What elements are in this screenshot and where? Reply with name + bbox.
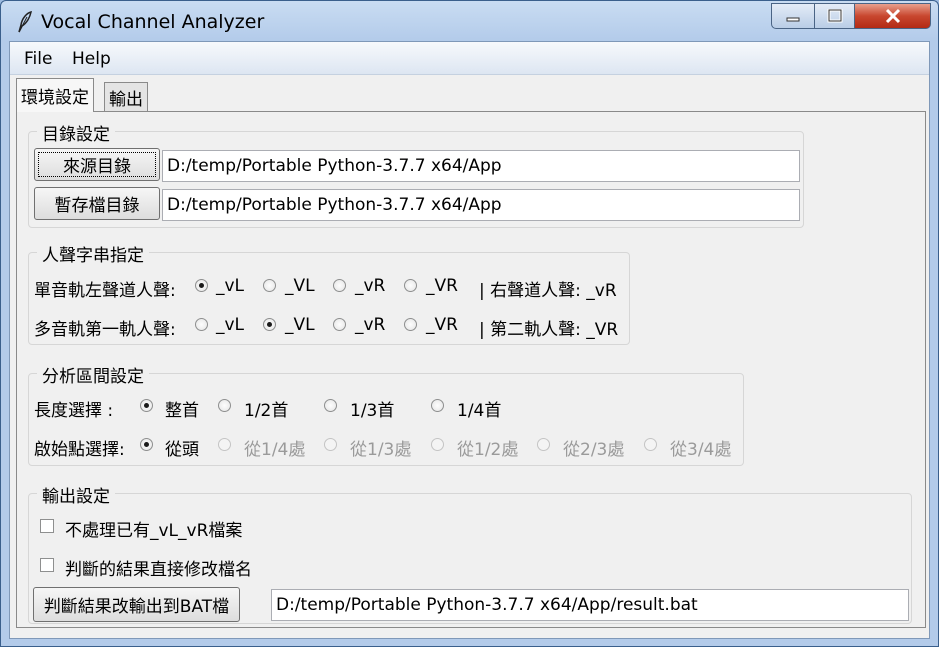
multi-option-label: _VL — [285, 315, 315, 335]
temp-directory-field[interactable]: D:/temp/Portable Python-3.7.7 x64/App — [162, 189, 800, 221]
close-button[interactable] — [855, 3, 931, 29]
start-radio-two-thirds[interactable] — [537, 438, 550, 451]
length-option-label: 整首 — [165, 401, 199, 421]
multi-radio-VL[interactable] — [263, 318, 276, 331]
tab-environment-settings[interactable]: 環境設定 — [16, 78, 94, 112]
start-option-label: 從2/3處 — [563, 440, 625, 460]
mono-option-label: _VL — [285, 276, 315, 296]
output-settings-title: 輸出設定 — [37, 482, 115, 507]
client-area: File Help 環境設定 輸出 目錄設定 來源目錄 D:/temp/Port… — [9, 41, 930, 639]
multi-track-label: 多音軌第一軌人聲: — [34, 320, 176, 340]
mono-radio-VL[interactable] — [263, 279, 276, 292]
mono-option-label: _vR — [355, 276, 386, 296]
source-directory-field[interactable]: D:/temp/Portable Python-3.7.7 x64/App — [162, 150, 800, 182]
skip-existing-checkbox[interactable] — [40, 519, 54, 533]
bat-output-field[interactable]: D:/temp/Portable Python-3.7.7 x64/App/re… — [271, 589, 909, 621]
tab-page-environment: 目錄設定 來源目錄 D:/temp/Portable Python-3.7.7 … — [16, 111, 926, 628]
length-radio-full[interactable] — [140, 399, 153, 412]
maximize-icon — [827, 9, 842, 23]
mono-track-label: 單音軌左聲道人聲: — [34, 281, 176, 301]
length-radio-quarter[interactable] — [431, 399, 444, 412]
rename-files-checkbox[interactable] — [40, 558, 54, 572]
start-radio-quarter[interactable] — [218, 438, 231, 451]
start-option-label: 從1/4處 — [244, 440, 306, 460]
menu-file[interactable]: File — [24, 49, 52, 69]
start-option-label: 從1/2處 — [457, 440, 519, 460]
start-radio-third[interactable] — [324, 438, 337, 451]
source-directory-button[interactable]: 來源目錄 — [34, 148, 160, 181]
length-option-label: 1/4首 — [457, 401, 502, 421]
analysis-range-title: 分析區間設定 — [37, 362, 149, 387]
start-point-label: 啟始點選擇: — [34, 440, 125, 460]
multi-radio-vl[interactable] — [195, 318, 208, 331]
export-bat-button[interactable]: 判斷結果改輸出到BAT檔 — [33, 587, 240, 622]
mono-radio-VR[interactable] — [404, 279, 417, 292]
feather-icon — [18, 11, 32, 33]
minimize-button[interactable] — [771, 3, 815, 29]
length-radio-half[interactable] — [218, 399, 231, 412]
window-title: Vocal Channel Analyzer — [41, 11, 265, 33]
tab-strip: 環境設定 輸出 — [10, 74, 929, 112]
start-option-label: 從3/4處 — [670, 440, 732, 460]
directory-settings-title: 目錄設定 — [37, 120, 115, 145]
mono-option-label: _VR — [426, 276, 458, 296]
app-window: Vocal Channel Analyzer File Help 環境設定 輸出… — [0, 0, 939, 647]
start-radio-three-quarters[interactable] — [644, 438, 657, 451]
mono-radio-vl[interactable] — [195, 279, 208, 292]
start-option-label: 從1/3處 — [350, 440, 412, 460]
menu-help[interactable]: Help — [72, 49, 111, 69]
vocal-string-title: 人聲字串指定 — [37, 241, 149, 266]
mono-option-label: _vL — [216, 276, 245, 296]
rename-files-label: 判斷的結果直接修改檔名 — [65, 560, 252, 580]
menu-bar: File Help — [10, 42, 929, 75]
multi-option-label: _vL — [216, 315, 245, 335]
multi-radio-VR[interactable] — [404, 318, 417, 331]
mono-right-channel-info: | 右聲道人聲: _vR — [479, 281, 617, 301]
start-option-label: 從頭 — [165, 440, 199, 460]
maximize-button[interactable] — [815, 3, 855, 29]
tab-output[interactable]: 輸出 — [104, 82, 148, 112]
start-radio-beginning[interactable] — [140, 438, 153, 451]
temp-directory-button[interactable]: 暫存檔目錄 — [34, 187, 160, 220]
minimize-icon — [786, 17, 800, 22]
title-bar[interactable]: Vocal Channel Analyzer — [1, 1, 938, 41]
skip-existing-label: 不處理已有_vL_vR檔案 — [65, 521, 243, 541]
multi-option-label: _VR — [426, 315, 458, 335]
mono-radio-vR[interactable] — [333, 279, 346, 292]
length-select-label: 長度選擇 : — [34, 401, 114, 421]
start-radio-half[interactable] — [431, 438, 444, 451]
length-option-label: 1/3首 — [350, 401, 395, 421]
length-option-label: 1/2首 — [244, 401, 289, 421]
length-radio-third[interactable] — [324, 399, 337, 412]
multi-radio-vR[interactable] — [333, 318, 346, 331]
multi-second-track-info: | 第二軌人聲: _VR — [479, 320, 619, 340]
close-icon — [885, 8, 900, 24]
multi-option-label: _vR — [355, 315, 386, 335]
